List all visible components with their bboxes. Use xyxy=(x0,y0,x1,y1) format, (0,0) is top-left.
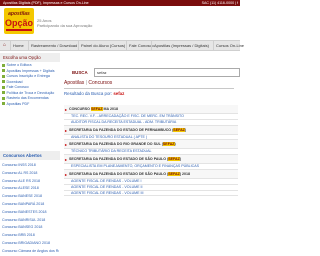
bullet-icon xyxy=(2,74,5,78)
concurso-link[interactable]: Concurso Câmara de Anglos dos Reis 2018 xyxy=(2,248,59,256)
concurso-link[interactable]: Concurso BANRISUL 2018 xyxy=(2,217,59,225)
divider xyxy=(64,88,234,89)
bullet-icon xyxy=(2,96,5,100)
site-logo[interactable]: apostilas Opção xyxy=(4,8,34,34)
nav-item-home[interactable]: Home xyxy=(10,41,26,50)
breadcrumb-apostilas[interactable]: Apostilas xyxy=(64,80,84,86)
search-input[interactable] xyxy=(94,68,240,77)
result-prefix: Resultado da Busca por: xyxy=(64,91,113,96)
sidebar: Escolha uma Opção Sobre o Editora Aposti… xyxy=(0,51,60,253)
bullet-icon xyxy=(2,80,5,84)
concurso-link[interactable]: Concurso ALE RS 2018 xyxy=(2,178,59,186)
concurso-link[interactable]: Concurso BRB 2018 xyxy=(2,232,59,240)
search-highlight: SEFAZ xyxy=(168,171,180,176)
bullet-icon xyxy=(2,63,5,67)
bullet-icon xyxy=(2,102,5,106)
concurso-link[interactable]: Concurso AL RS 2018 xyxy=(2,170,59,178)
site-header: apostilas Opção 25 Anos Participando da … xyxy=(0,6,240,38)
bullet-icon xyxy=(2,69,5,73)
result-item-link[interactable]: AGENTE FISCAL DE RENDAS - VOLUME III xyxy=(64,191,238,197)
sidebar-menu: Sobre o Editora Apostilas Impressas + Di… xyxy=(2,63,59,107)
bullet-icon xyxy=(2,85,5,89)
result-group-header[interactable]: SECRETARIA DA FAZENDA DO ESTADO DE SÃO P… xyxy=(64,155,238,165)
sidebar-item-pdf[interactable]: Apostilas PDF xyxy=(2,102,59,108)
breadcrumb-concursos[interactable]: Concursos xyxy=(88,80,112,86)
sidebar-concursos-header: Concursos Abertos xyxy=(0,151,60,160)
concurso-link[interactable]: Concurso BANSEG 2018 xyxy=(2,224,59,232)
concurso-link[interactable]: Concurso BRIGADIANO 2018 xyxy=(2,240,59,248)
home-icon[interactable]: ⌂ xyxy=(3,42,6,49)
search-highlight: SEFAZ xyxy=(162,142,175,147)
sidebar-options-header: Escolha uma Opção xyxy=(0,53,60,62)
logo-text-top: apostilas xyxy=(8,11,30,17)
bullet-icon xyxy=(2,91,5,95)
logo-underline xyxy=(6,29,32,31)
search-bar: BUSCA xyxy=(72,68,240,77)
search-highlight: SEFAZ xyxy=(173,127,185,132)
concurso-link[interactable]: Concurso BANESTES 2018 xyxy=(2,209,59,217)
result-group-header[interactable]: SECRETARIA DA FAZENDA DO ESTADO DE PERNA… xyxy=(64,125,238,135)
concurso-link[interactable]: Concurso INSS 2018 xyxy=(2,162,59,170)
search-highlight: SEFAZ xyxy=(90,107,103,111)
logo-text-brand: Opção xyxy=(4,18,33,28)
search-highlight: SEFAZ xyxy=(168,157,180,162)
search-label: BUSCA xyxy=(72,70,88,75)
main-content: BUSCA Apostilas | Concursos Resultado da… xyxy=(62,51,240,240)
nav-item-cursos-online[interactable]: Cursos On-Line xyxy=(213,41,246,50)
result-group-header[interactable]: CONCURSO SEFAZ MA 2018 xyxy=(64,105,238,114)
concursos-list: Concurso INSS 2018 Concurso AL RS 2018 C… xyxy=(2,162,59,256)
main-nav: ⌂ Home Rastreamento / Download Painel do… xyxy=(0,40,244,51)
result-group-header[interactable]: SECRETARIA DA FAZENDA DO ESTADO DE SÃO P… xyxy=(64,169,238,179)
result-term: sefaz xyxy=(113,91,125,96)
concurso-link[interactable]: Concurso BANESE 2018 xyxy=(2,193,59,201)
concurso-link[interactable]: Concurso ALESE 2018 xyxy=(2,185,59,193)
results-list: CONCURSO SEFAZ MA 2018TEC. REC. V.F. - A… xyxy=(64,105,238,197)
nav-item-painel-aluno[interactable]: Painel do Aluno (Cursos) xyxy=(78,41,127,50)
tagline: 25 Anos Participando da sua Aprovação xyxy=(37,18,92,28)
breadcrumb: Apostilas | Concursos xyxy=(64,80,234,87)
tagline-text: Participando da sua Aprovação xyxy=(37,23,93,28)
nav-item-rastreamento[interactable]: Rastreamento / Download xyxy=(28,41,79,50)
nav-item-apostilas[interactable]: Apostilas (Impressas / Digitais) xyxy=(151,41,211,50)
concurso-link[interactable]: Concurso BANPARÁ 2018 xyxy=(2,201,59,209)
search-result-summary: Resultado da Busca por: sefaz xyxy=(64,91,124,97)
